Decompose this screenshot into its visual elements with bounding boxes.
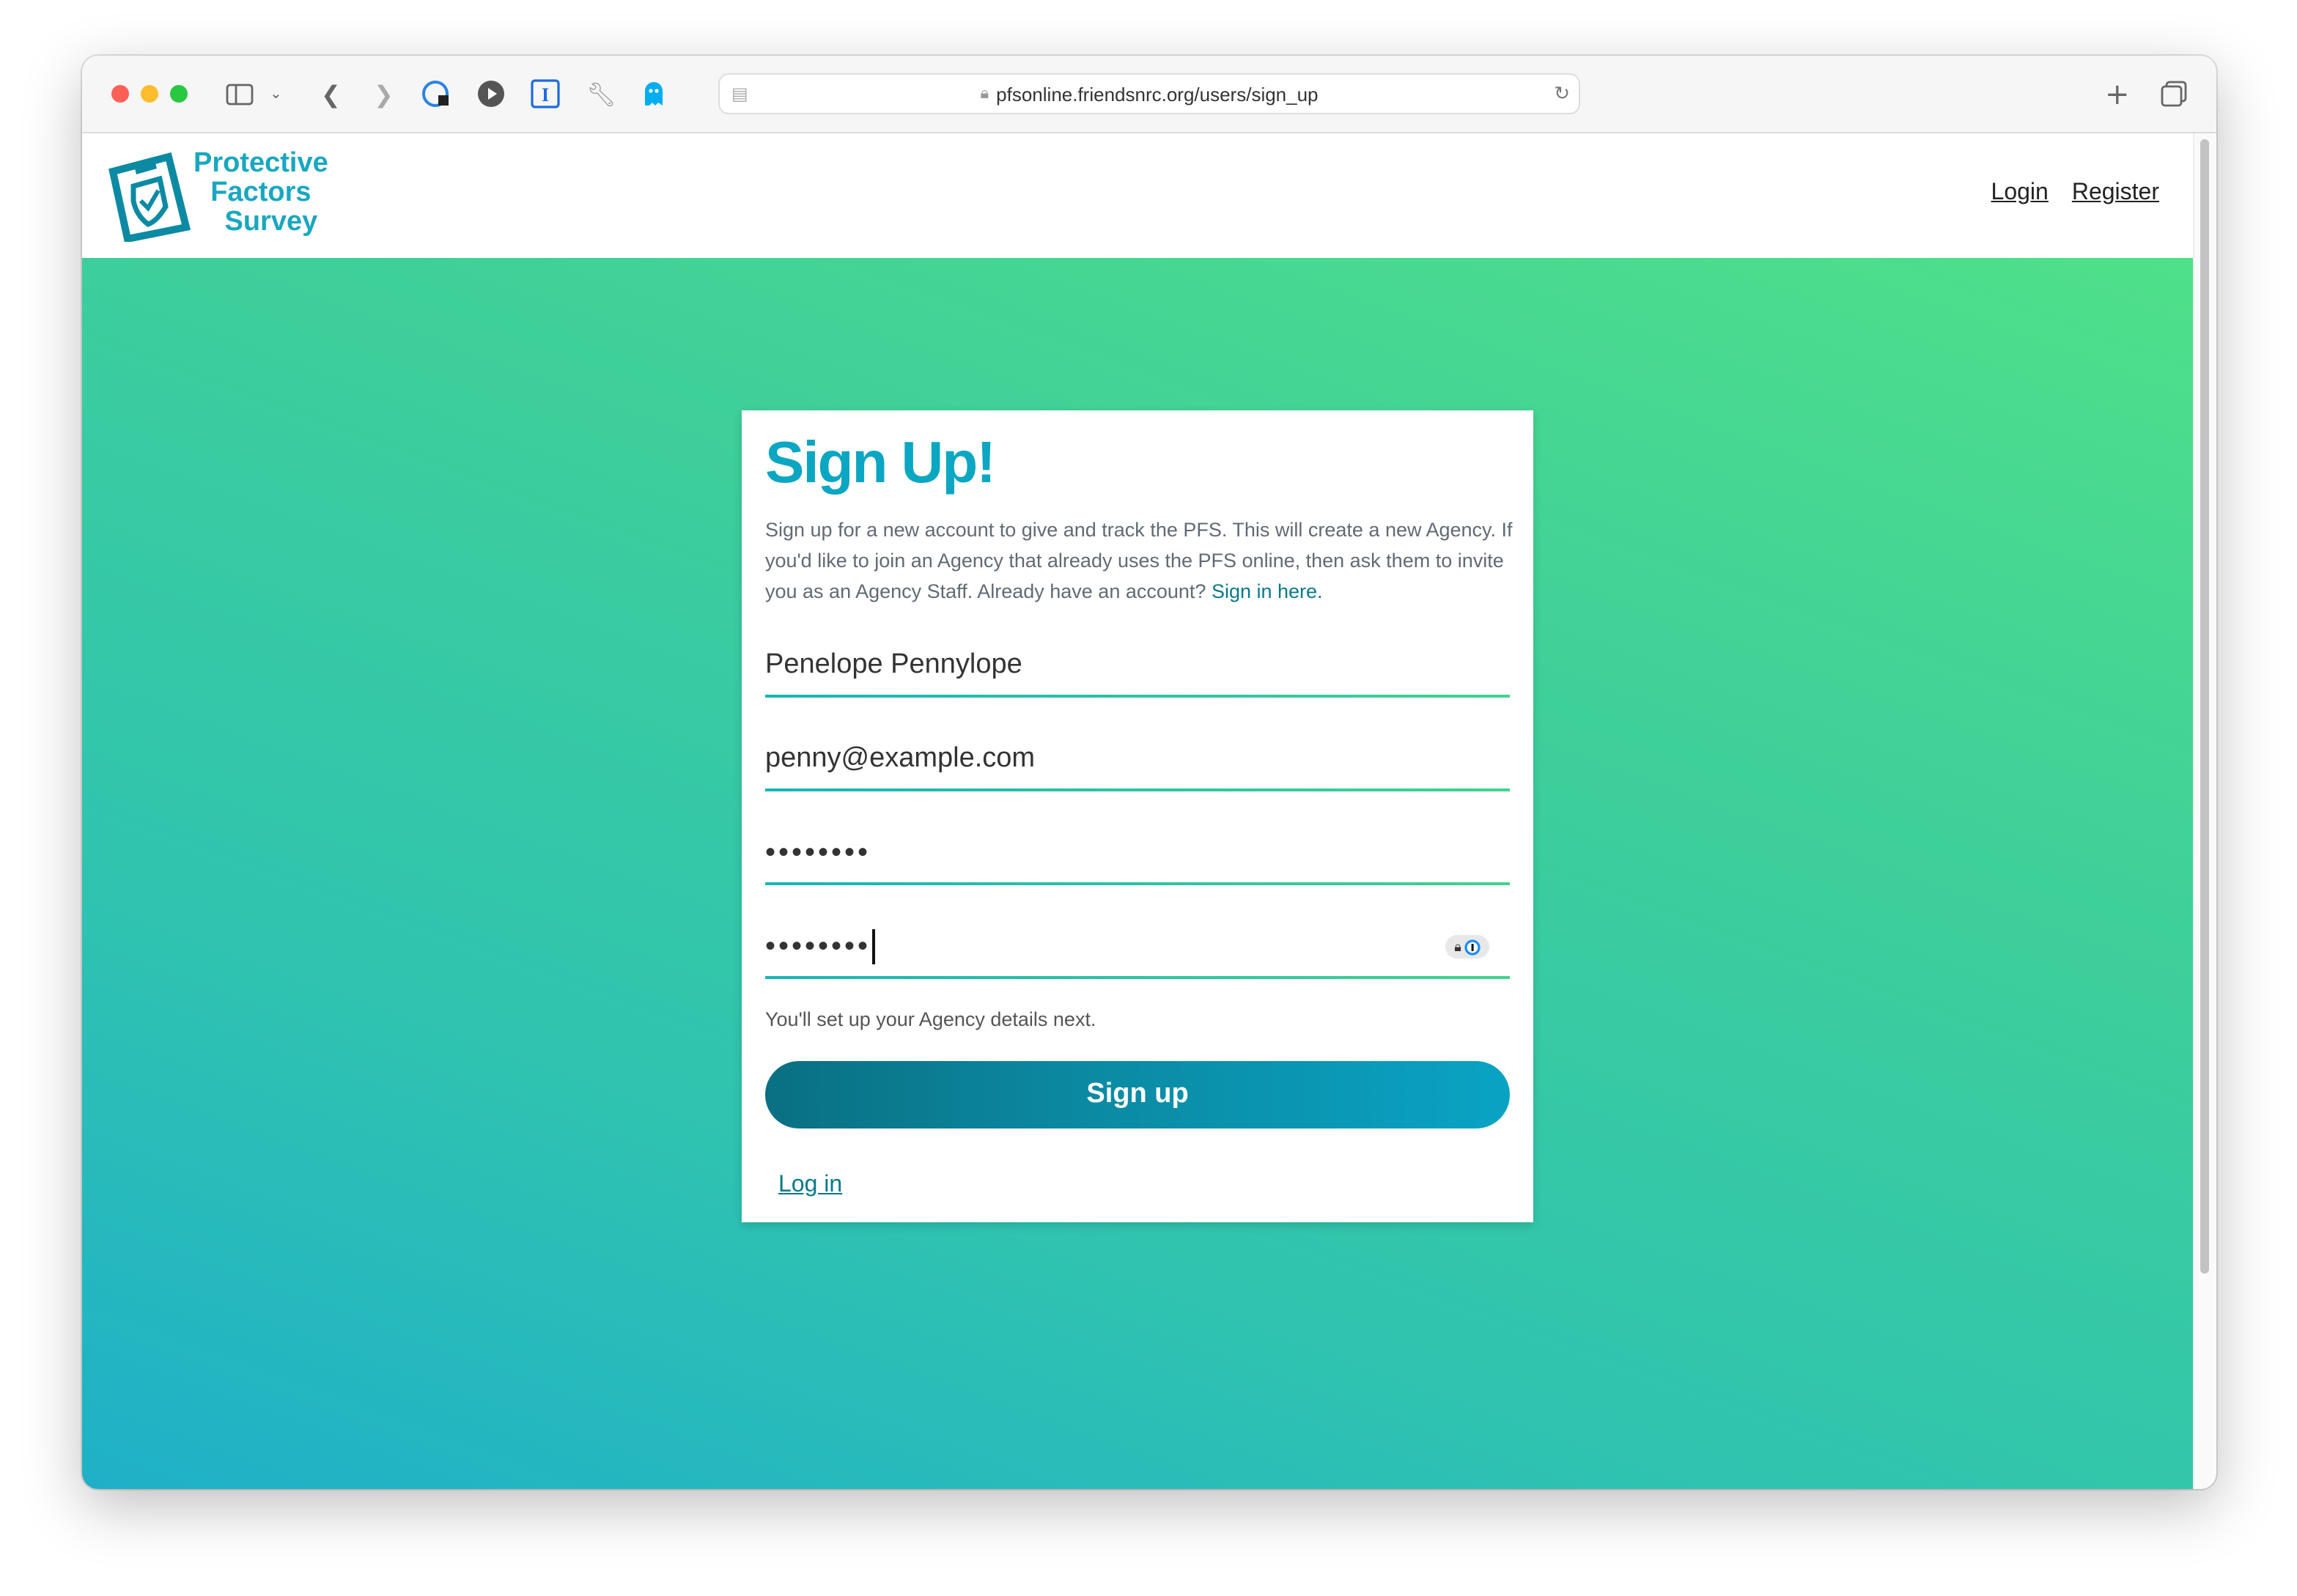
logo-line: Survey — [224, 207, 318, 237]
logo-icon[interactable] — [104, 151, 192, 242]
close-window-button[interactable] — [111, 85, 129, 103]
site-header: Protective Factors Survey Login Register — [82, 133, 2194, 258]
agency-hint: You'll set up your Agency details next. — [765, 1008, 1096, 1030]
tabs-overview-icon[interactable] — [2161, 79, 2187, 108]
ghostery-icon[interactable] — [642, 79, 665, 108]
intro-body: Sign up for a new account to give and tr… — [765, 519, 1513, 602]
browser-window: ⌄ ❮ ❯ I 🔧︎ ▤ 🔒︎ pfsonline.friendsnrc.org… — [82, 56, 2216, 1489]
reload-icon[interactable]: ↻ — [1554, 82, 1570, 106]
reader-icon[interactable]: ▤ — [731, 84, 748, 104]
sign-up-button[interactable]: Sign up — [765, 1061, 1510, 1128]
signup-card: Sign Up! Sign up for a new account to gi… — [742, 410, 1533, 1222]
password-manager-badge[interactable]: 🔒︎ — [1445, 935, 1489, 958]
scrollbar-thumb[interactable] — [2200, 139, 2209, 1274]
maximize-window-button[interactable] — [170, 85, 188, 103]
wrench-icon[interactable]: 🔧︎ — [586, 79, 616, 108]
password-confirmation-field[interactable]: •••••••• 🔒︎ — [765, 917, 1510, 979]
text-caret — [872, 929, 875, 964]
page-title: Sign Up! — [765, 431, 996, 495]
new-tab-icon[interactable]: + — [2105, 76, 2130, 111]
name-value: Penelope Pennylope — [765, 649, 1022, 680]
email-field[interactable]: penny@example.com — [765, 730, 1510, 791]
minimize-window-button[interactable] — [141, 85, 158, 103]
sign-in-here-link[interactable]: Sign in here. — [1212, 580, 1323, 602]
name-field[interactable]: Penelope Pennylope — [765, 636, 1510, 698]
play-icon[interactable] — [476, 79, 506, 108]
login-link[interactable]: Login — [1991, 180, 2049, 207]
password-value: •••••••• — [765, 836, 871, 868]
browser-toolbar: ⌄ ❮ ❯ I 🔧︎ ▤ 🔒︎ pfsonline.friendsnrc.org… — [82, 56, 2216, 133]
intro-text: Sign up for a new account to give and tr… — [765, 514, 1513, 607]
svg-text:I: I — [542, 84, 549, 106]
logo-line: Factors — [210, 177, 311, 208]
password-field[interactable]: •••••••• — [765, 824, 1510, 885]
logo-line: Protective — [193, 148, 328, 179]
register-link[interactable]: Register — [2072, 180, 2159, 207]
hero-background: Sign Up! Sign up for a new account to gi… — [82, 258, 2194, 1489]
email-value: penny@example.com — [765, 743, 1036, 774]
scrollbar[interactable] — [2193, 133, 2216, 1489]
address-bar[interactable]: ▤ 🔒︎ pfsonline.friendsnrc.org/users/sign… — [718, 73, 1580, 114]
forward-icon[interactable]: ❯ — [374, 79, 394, 108]
lock-icon: 🔒︎ — [1454, 939, 1461, 953]
chevron-down-icon[interactable]: ⌄ — [270, 79, 282, 108]
onepassword-icon — [1464, 939, 1481, 955]
url-text: pfsonline.friendsnrc.org/users/sign_up — [996, 83, 1319, 105]
header-nav: Login Register — [1991, 180, 2159, 207]
sidebar-icon[interactable] — [224, 79, 254, 108]
lock-icon: 🔒︎ — [980, 84, 989, 102]
password-confirmation-value: •••••••• — [765, 930, 871, 962]
password-extension-icon[interactable] — [422, 79, 451, 108]
back-icon[interactable]: ❮ — [321, 79, 341, 108]
instapaper-icon[interactable]: I — [531, 79, 560, 108]
logo-text[interactable]: Protective Factors Survey — [193, 149, 328, 237]
web-page: Protective Factors Survey Login Register… — [82, 133, 2194, 1489]
log-in-link[interactable]: Log in — [778, 1172, 842, 1199]
